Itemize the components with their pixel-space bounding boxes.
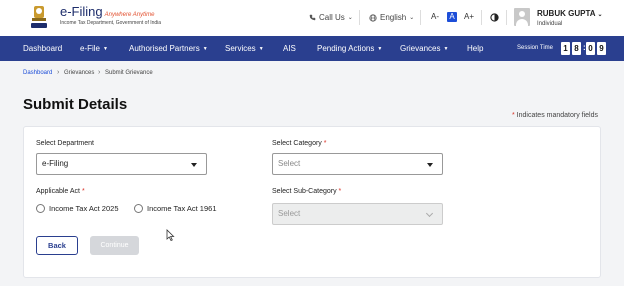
category-placeholder: Select xyxy=(278,159,301,168)
category-label: Select Category * xyxy=(272,140,327,147)
logo-tagline: Anywhere Anytime xyxy=(104,12,155,18)
font-decrease-button[interactable]: A- xyxy=(430,12,440,22)
continue-button[interactable]: Continue xyxy=(90,236,139,255)
back-button[interactable]: Back xyxy=(36,236,78,255)
language-menu[interactable]: English ⌄ xyxy=(369,13,414,22)
session-digit: 9 xyxy=(597,42,606,55)
contrast-icon[interactable] xyxy=(490,13,499,22)
mandatory-note: * Indicates mandatory fields xyxy=(512,112,598,119)
radio-act-2025-label[interactable]: Income Tax Act 2025 xyxy=(49,204,119,213)
divider xyxy=(359,10,360,25)
nav-ais[interactable]: AIS xyxy=(283,44,296,53)
chevron-down-icon xyxy=(425,209,434,218)
chevron-down-icon: ⌄ xyxy=(409,15,415,21)
subcategory-placeholder: Select xyxy=(278,209,301,218)
radio-act-2025[interactable] xyxy=(36,204,45,213)
session-digit: 1 xyxy=(561,42,570,55)
subcategory-label: Select Sub-Category * xyxy=(272,188,342,195)
user-menu[interactable]: RUBUK GUPTA ⌄ xyxy=(537,9,602,18)
department-value: e-Filing xyxy=(42,159,69,168)
logo-subtitle: Income Tax Department, Government of Ind… xyxy=(60,20,162,26)
chevron-down-icon: ▼ xyxy=(443,46,449,52)
font-normal-button[interactable]: A xyxy=(447,12,457,22)
nav-pending-actions[interactable]: Pending Actions ▼ xyxy=(317,44,382,53)
user-role: Individual xyxy=(537,21,563,27)
breadcrumb-grievances[interactable]: Grievances xyxy=(64,70,94,76)
breadcrumb-dashboard[interactable]: Dashboard xyxy=(23,70,52,76)
main-nav: Dashboard e-File ▼ Authorised Partners ▼ S… xyxy=(0,36,624,61)
globe-icon xyxy=(369,13,377,22)
form-card xyxy=(23,126,601,278)
nav-grievances[interactable]: Grievances ▼ xyxy=(400,44,448,53)
top-header: e-Filing Anywhere Anytime Income Tax Depa… xyxy=(0,0,624,36)
chevron-down-icon: ▼ xyxy=(258,46,264,52)
divider xyxy=(420,10,421,25)
caret-down-icon xyxy=(191,163,197,167)
nav-dashboard[interactable]: Dashboard xyxy=(23,44,62,53)
chevron-down-icon: ▼ xyxy=(377,46,383,52)
department-select[interactable]: e-Filing xyxy=(36,153,207,175)
session-digit: 0 xyxy=(586,42,595,55)
font-increase-button[interactable]: A+ xyxy=(464,12,474,22)
breadcrumb-current: Submit Grievance xyxy=(105,70,153,76)
chevron-right-icon: › xyxy=(98,69,101,76)
call-us-label: Call Us xyxy=(319,13,345,22)
radio-act-1961[interactable] xyxy=(134,204,143,213)
department-label: Select Department xyxy=(36,140,94,147)
session-time-label: Session Time xyxy=(517,45,554,51)
language-label: English xyxy=(380,13,407,22)
user-name: RUBUK GUPTA xyxy=(537,9,596,18)
national-emblem-icon xyxy=(31,6,47,28)
caret-down-icon xyxy=(427,163,433,167)
nav-services[interactable]: Services ▼ xyxy=(225,44,264,53)
phone-icon xyxy=(309,14,316,21)
chevron-down-icon: ▼ xyxy=(103,46,108,52)
divider xyxy=(481,10,482,25)
divider xyxy=(506,10,507,25)
page-title: Submit Details xyxy=(23,96,128,113)
logo-title[interactable]: e-Filing Anywhere Anytime xyxy=(60,4,154,19)
chevron-down-icon: ▼ xyxy=(202,46,208,52)
nav-help[interactable]: Help xyxy=(467,44,483,53)
call-us-menu[interactable]: Call Us ⌄ xyxy=(309,13,353,22)
applicable-act-label: Applicable Act * xyxy=(36,188,85,195)
chevron-right-icon: › xyxy=(57,69,60,76)
mouse-cursor-icon xyxy=(166,229,175,241)
subcategory-select[interactable]: Select xyxy=(272,203,443,225)
nav-authorised-partners[interactable]: Authorised Partners ▼ xyxy=(129,44,208,53)
session-digit: 8 xyxy=(572,42,581,55)
chevron-down-icon: ⌄ xyxy=(597,12,603,18)
category-select[interactable]: Select xyxy=(272,153,443,175)
avatar[interactable] xyxy=(514,8,530,26)
nav-e-file[interactable]: e-File ▼ xyxy=(80,44,108,53)
chevron-down-icon: ⌄ xyxy=(347,15,353,21)
radio-act-1961-label[interactable]: Income Tax Act 1961 xyxy=(147,204,217,213)
